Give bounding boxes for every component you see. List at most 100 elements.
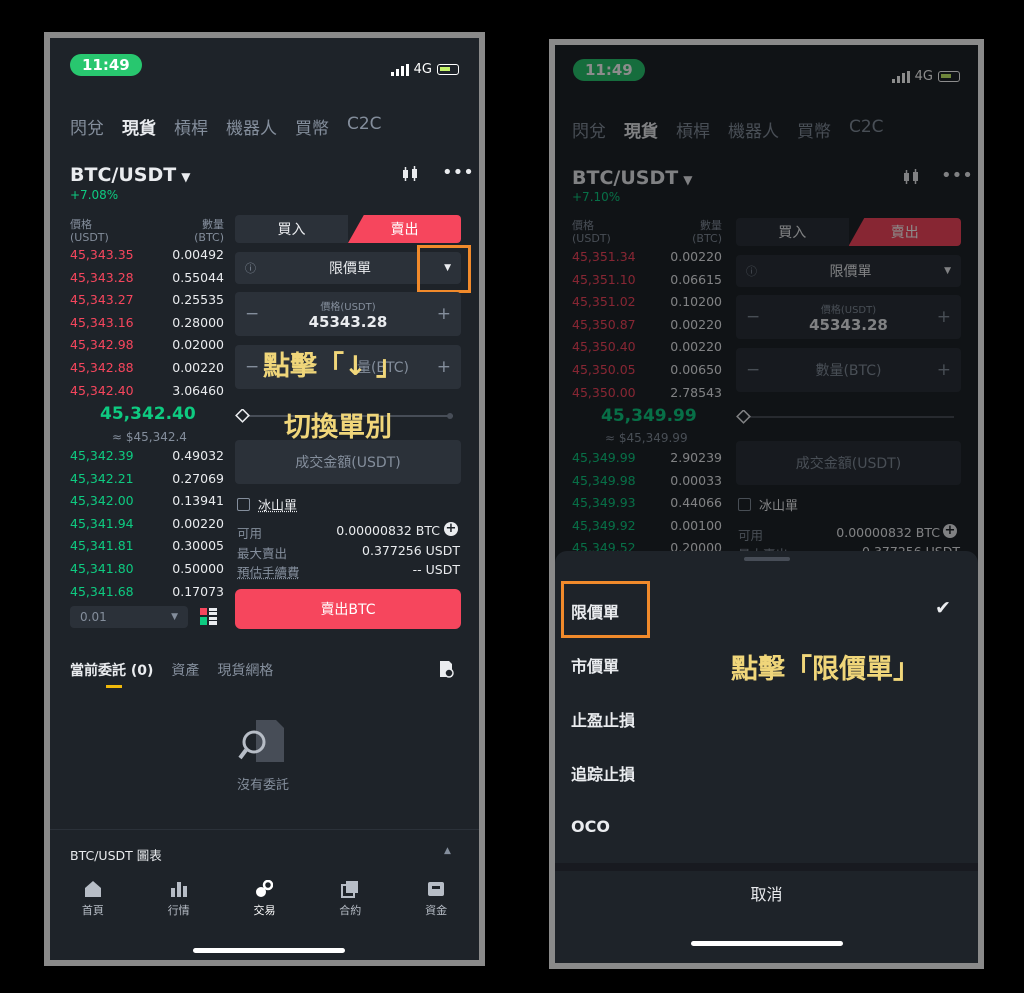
tab-bot[interactable]: 機器人	[226, 114, 277, 139]
max-sell-value: 0.377256 USDT	[362, 543, 460, 558]
nav-funds[interactable]: 資金	[425, 880, 447, 918]
buy-tab[interactable]: 買入	[235, 215, 348, 243]
annotation-switch: 切換單別	[284, 412, 392, 443]
check-icon: ✔	[935, 597, 951, 619]
more-icon[interactable]: •••	[442, 162, 474, 183]
tab-c2c[interactable]: C2C	[347, 114, 382, 139]
option-trailing-stop[interactable]: 追踪止損	[571, 761, 635, 785]
nav-futures[interactable]: 合約	[339, 880, 361, 918]
markets-icon	[170, 882, 187, 897]
plus-icon[interactable]: +	[437, 304, 451, 324]
orderbook-qty-header: 數量 (BTC)	[194, 218, 224, 244]
depth-select[interactable]: 0.01 ▼	[70, 606, 188, 628]
nav-markets[interactable]: 行情	[168, 880, 190, 918]
option-stop-limit[interactable]: 止盈止損	[571, 707, 635, 731]
ask-price[interactable]: 45,343.27	[70, 289, 134, 311]
bid-price[interactable]: 45,341.80	[70, 558, 134, 580]
orderbook-price-header: 價格 (USDT)	[70, 218, 109, 244]
bid-price[interactable]: 45,341.81	[70, 535, 134, 557]
checkbox-icon	[237, 498, 250, 511]
option-oco[interactable]: OCO	[571, 817, 610, 836]
available-value: 0.00000832 BTC	[336, 523, 440, 538]
home-indicator	[193, 948, 345, 953]
option-market[interactable]: 市價單	[571, 653, 619, 677]
bid-qty: 0.17073	[172, 583, 224, 599]
ask-price[interactable]: 45,343.28	[70, 267, 134, 289]
bid-qty: 0.27069	[172, 470, 224, 486]
orderbook-layout-icon[interactable]	[200, 608, 217, 629]
sell-tab[interactable]: 賣出	[348, 215, 461, 243]
bid-price[interactable]: 45,342.21	[70, 468, 134, 490]
ask-price[interactable]: 45,343.35	[70, 244, 134, 266]
bid-price[interactable]: 45,341.68	[70, 581, 134, 603]
wallet-icon	[428, 882, 445, 896]
fee-value: -- USDT	[412, 562, 460, 577]
tab-swap[interactable]: 閃兌	[70, 114, 104, 139]
network-label: 4G	[413, 62, 432, 77]
tab-spot[interactable]: 現貨	[122, 114, 156, 139]
bid-qty: 0.00220	[172, 515, 224, 531]
minus-icon[interactable]: −	[245, 304, 259, 324]
ask-price[interactable]: 45,342.98	[70, 334, 134, 356]
cancel-button[interactable]: 取消	[555, 881, 978, 905]
ask-qty: 0.25535	[172, 292, 224, 308]
divider	[50, 829, 479, 830]
sheet-handle[interactable]	[744, 557, 790, 561]
order-type-sheet: 限價單 ✔ 市價單 止盈止損 追踪止損 OCO 點擊「限價單」 取消	[555, 551, 978, 963]
annotation-click-limit: 點擊「限價單」	[731, 654, 920, 685]
home-icon	[84, 881, 101, 897]
order-history-icon[interactable]	[438, 660, 454, 682]
top-tabs: 閃兌 現貨 槓桿 機器人 買幣 C2C	[70, 114, 382, 139]
plus-icon[interactable]: +	[437, 357, 451, 377]
nav-trade[interactable]: 交易	[253, 880, 275, 918]
available-label: 可用	[237, 526, 263, 541]
bid-price[interactable]: 45,341.94	[70, 513, 134, 535]
sell-btc-button[interactable]: 賣出BTC	[235, 589, 461, 629]
nav-home[interactable]: 首頁	[82, 880, 104, 918]
add-funds-icon[interactable]: +	[444, 522, 458, 536]
empty-state-text: 沒有委託	[237, 778, 290, 793]
minus-icon[interactable]: −	[245, 357, 259, 377]
ask-price[interactable]: 45,342.88	[70, 357, 134, 379]
buy-sell-toggle: 買入 賣出	[235, 215, 461, 243]
bid-qty: 0.50000	[172, 561, 224, 576]
trade-icon	[256, 880, 274, 897]
battery-icon	[437, 64, 459, 75]
status-bar: 4G	[390, 62, 459, 77]
tab-open-orders[interactable]: 當前委託 (0)	[70, 660, 153, 680]
ask-qty: 0.02000	[172, 337, 224, 353]
sheet-divider	[555, 863, 978, 871]
candlestick-icon[interactable]	[400, 164, 420, 189]
highlight-limit-box	[561, 581, 650, 638]
fee-label: 預估手續費	[237, 565, 300, 580]
ask-qty: 3.06460	[172, 382, 224, 398]
price-input[interactable]: − 價格(USDT) 45343.28 +	[235, 292, 461, 336]
tab-margin[interactable]: 槓桿	[174, 114, 208, 139]
pair-selector[interactable]: BTC/USDT ▼	[70, 164, 191, 186]
order-type-label: 限價單	[329, 261, 372, 277]
iceberg-checkbox[interactable]: 冰山單	[237, 495, 297, 514]
phone-screen-left: 11:49 4G 閃兌 現貨 槓桿 機器人 買幣 C2C BTC/USDT ▼ …	[44, 32, 485, 966]
tab-assets[interactable]: 資產	[171, 660, 199, 680]
pair-title: BTC/USDT	[70, 164, 177, 186]
caret-down-icon: ▼	[181, 170, 191, 184]
caret-up-icon[interactable]: ▲	[444, 846, 451, 856]
ask-qty: 0.00220	[172, 360, 224, 375]
max-sell-label: 最大賣出	[237, 546, 288, 561]
tab-spot-grid[interactable]: 現貨網格	[217, 660, 273, 680]
ask-price[interactable]: 45,343.16	[70, 312, 134, 334]
total-input[interactable]: 成交金額(USDT)	[235, 440, 461, 484]
tab-buy-crypto[interactable]: 買幣	[295, 114, 329, 139]
bid-price[interactable]: 45,342.39	[70, 445, 134, 467]
info-icon: ⓘ	[245, 262, 256, 275]
bid-price[interactable]: 45,342.00	[70, 490, 134, 512]
ask-price[interactable]: 45,342.40	[70, 380, 134, 402]
price-input-label: 價格(USDT)	[320, 301, 376, 313]
chart-bar-title[interactable]: BTC/USDT 圖表	[70, 845, 162, 864]
highlight-dropdown-box	[417, 245, 471, 293]
price-change: +7.08%	[70, 188, 119, 202]
bottom-nav: 首頁 行情 交易 合約 資金	[50, 880, 479, 918]
bid-qty: 0.13941	[172, 493, 224, 509]
ask-qty: 0.55044	[172, 269, 224, 285]
mid-price: 45,342.40	[100, 404, 196, 424]
